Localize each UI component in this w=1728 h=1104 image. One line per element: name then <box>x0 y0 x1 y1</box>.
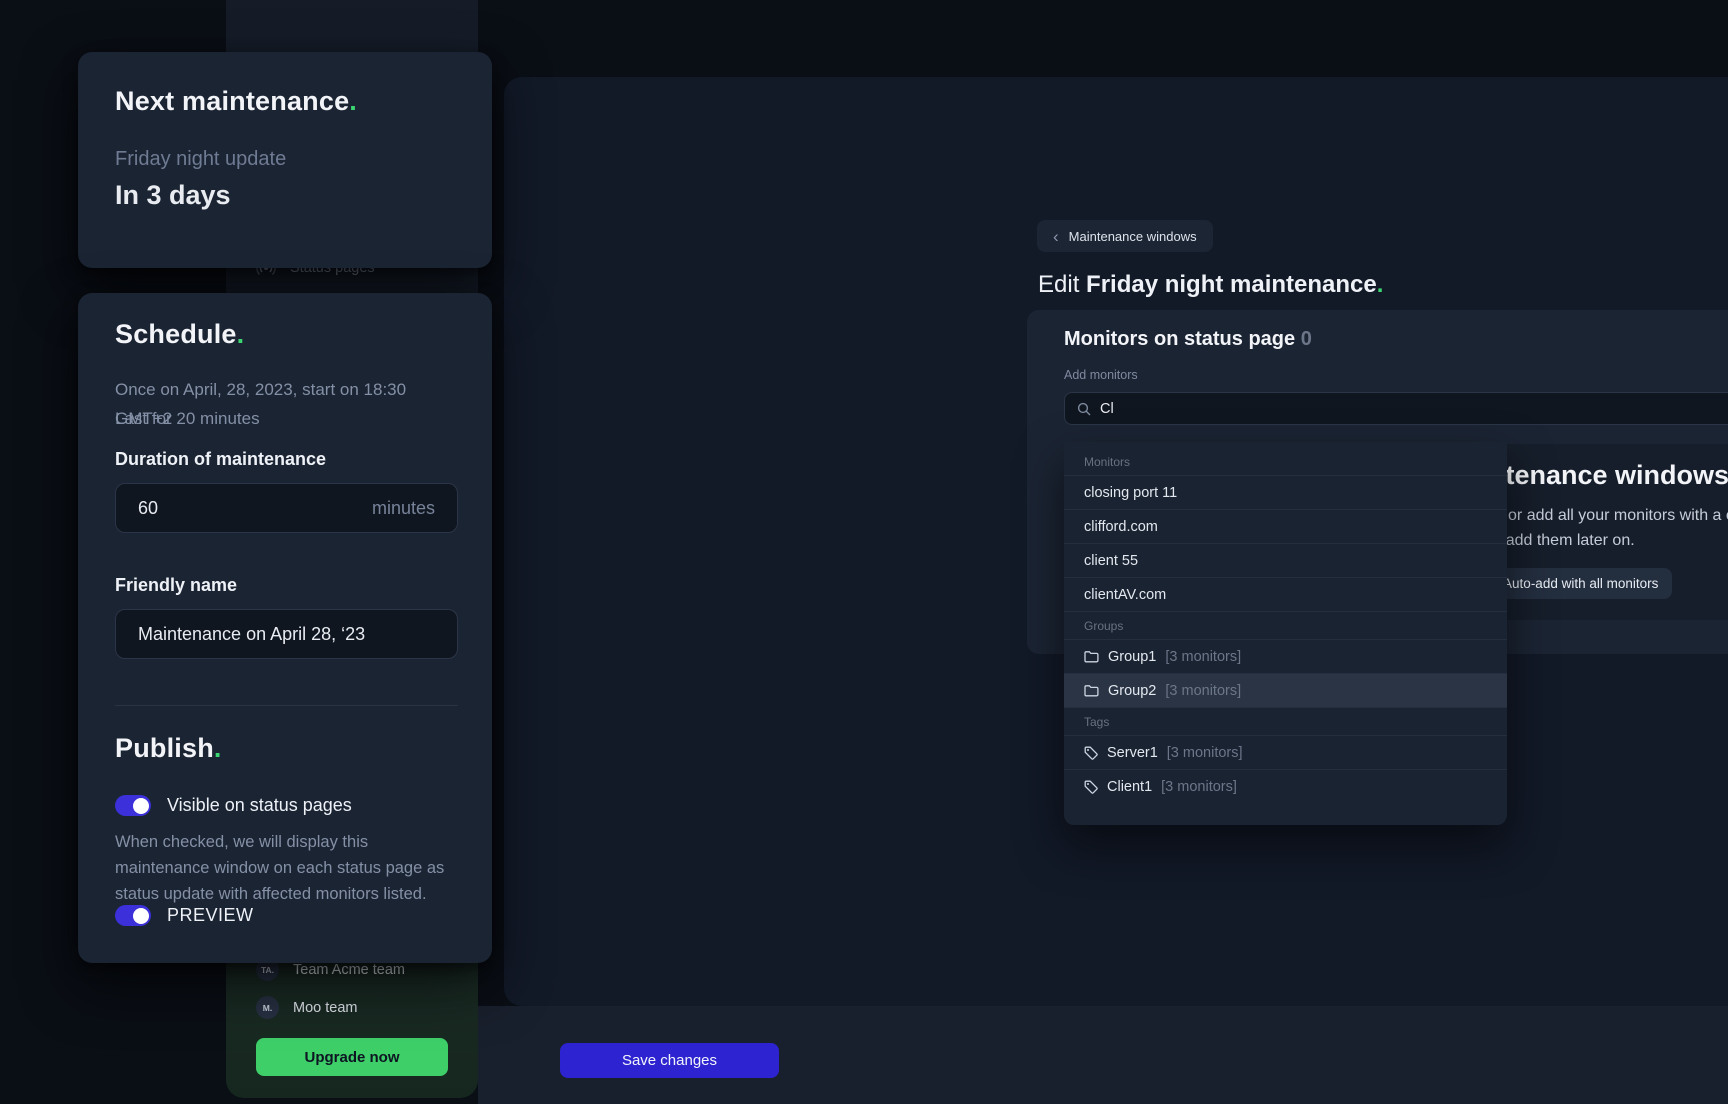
team-name: Moo team <box>293 1000 357 1016</box>
tag-icon <box>1084 746 1098 760</box>
friendly-name-value: Maintenance on April 28, ‘23 <box>138 624 365 645</box>
divider <box>115 705 458 706</box>
visible-toggle[interactable] <box>115 795 151 816</box>
add-monitors-label: Add monitors <box>1064 368 1138 382</box>
monitors-count: 0 <box>1301 328 1312 350</box>
duration-input[interactable]: 60 minutes <box>115 483 458 533</box>
team-name: Team Acme team <box>293 962 405 978</box>
save-changes-button[interactable]: Save changes <box>560 1043 779 1078</box>
next-maintenance-card: Next maintenance. Friday night update In… <box>78 52 492 268</box>
schedule-edit-card: Schedule. Once on April, 28, 2023, start… <box>78 293 492 963</box>
tag-icon <box>1084 780 1098 794</box>
preview-toggle[interactable] <box>115 905 151 926</box>
accent-dot: . <box>1377 271 1384 298</box>
dropdown-section-header: Monitors <box>1064 448 1507 475</box>
next-maintenance-subtitle: Friday night update <box>115 148 286 171</box>
next-maintenance-heading: Next maintenance. <box>115 86 357 117</box>
publish-heading: Publish. <box>115 733 222 764</box>
duration-unit: minutes <box>372 498 435 519</box>
breadcrumb-maintenance-windows[interactable]: ‹ Maintenance windows <box>1037 220 1213 252</box>
sidebar-item-moo-team[interactable]: M. Moo team <box>256 996 357 1019</box>
page-title-bold: Friday night maintenance <box>1086 271 1377 298</box>
breadcrumb-label: Maintenance windows <box>1069 229 1197 244</box>
page-title: Edit Friday night maintenance. <box>1038 271 1383 299</box>
dropdown-section-header: Groups <box>1064 611 1507 639</box>
folder-icon <box>1084 650 1099 663</box>
dropdown-item-group-highlighted[interactable]: Group2[3 monitors] <box>1064 673 1507 707</box>
friendly-name-label: Friendly name <box>115 575 237 596</box>
dropdown-item-monitor[interactable]: clifford.com <box>1064 509 1507 543</box>
preview-row: PREVIEW <box>115 905 254 926</box>
schedule-meta-2: Last for 20 minutes <box>115 404 260 433</box>
app-root: Status pages TA. Team Acme team M. Moo t… <box>0 0 1728 1104</box>
avatar: M. <box>256 996 279 1019</box>
visible-on-status-pages-row: Visible on status pages <box>115 795 352 816</box>
dropdown-item-tag[interactable]: Server1[3 monitors] <box>1064 735 1507 769</box>
friendly-name-input[interactable]: Maintenance on April 28, ‘23 <box>115 609 458 659</box>
dropdown-item-monitor[interactable]: closing port 11 <box>1064 475 1507 509</box>
visible-toggle-label: Visible on status pages <box>167 795 352 816</box>
schedule-heading: Schedule. <box>115 319 244 350</box>
dropdown-item-monitor[interactable]: client 55 <box>1064 543 1507 577</box>
duration-label: Duration of maintenance <box>115 449 326 470</box>
dropdown-item-group[interactable]: Group1[3 monitors] <box>1064 639 1507 673</box>
monitors-card-title: Monitors on status page 0 <box>1064 328 1312 351</box>
add-monitors-search-input[interactable]: Cl <box>1064 392 1728 425</box>
upgrade-now-button[interactable]: Upgrade now <box>256 1038 448 1076</box>
chevron-left-icon: ‹ <box>1053 228 1059 245</box>
search-query: Cl <box>1100 401 1114 417</box>
preview-toggle-label: PREVIEW <box>167 905 254 926</box>
folder-icon <box>1084 684 1099 697</box>
next-maintenance-countdown: In 3 days <box>115 180 231 211</box>
search-results-dropdown: Monitors closing port 11 clifford.com cl… <box>1064 442 1507 825</box>
publish-description: When checked, we will display this maint… <box>115 829 463 907</box>
search-icon <box>1077 402 1091 416</box>
dropdown-item-monitor[interactable]: clientAV.com <box>1064 577 1507 611</box>
dropdown-section-header: Tags <box>1064 707 1507 735</box>
main-panel: ‹ Maintenance windows Edit Friday night … <box>504 77 1728 1006</box>
dropdown-item-tag[interactable]: Client1[3 monitors] <box>1064 769 1507 803</box>
duration-value: 60 <box>138 498 158 519</box>
